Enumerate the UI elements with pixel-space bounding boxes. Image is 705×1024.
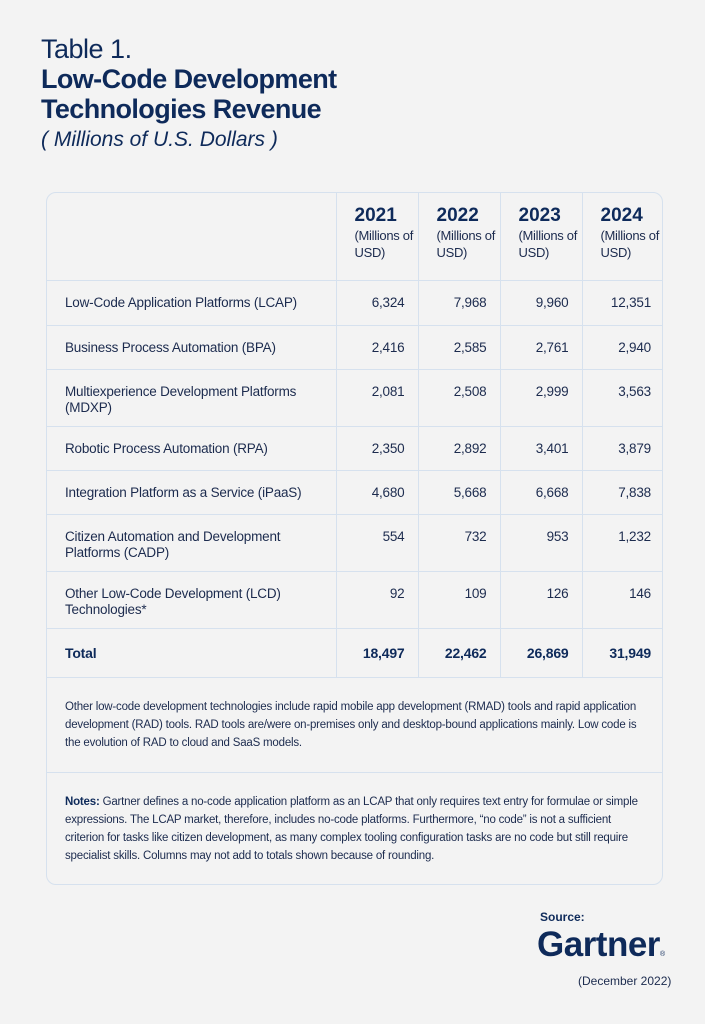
total-value: 26,869 xyxy=(499,627,583,678)
row-label: Citizen Automation and Development Platf… xyxy=(47,513,337,572)
column-year: 2021 xyxy=(354,205,397,226)
column-header-2022: 2022 (Millions of USD) xyxy=(417,193,501,281)
cell-value: 3,401 xyxy=(499,425,583,471)
row-label: Other Low-Code Development (LCD) Technol… xyxy=(47,570,337,629)
table-row: Citizen Automation and Development Platf… xyxy=(47,513,662,572)
notes-label: Notes: xyxy=(65,795,100,808)
cell-value: 7,838 xyxy=(581,469,662,515)
cell-value: 554 xyxy=(335,513,419,572)
table-row: Robotic Process Automation (RPA) 2,350 2… xyxy=(47,425,662,471)
table-row: Multiexperience Development Platforms (M… xyxy=(47,368,662,427)
total-row: Total 18,497 22,462 26,869 31,949 xyxy=(47,627,662,678)
source-block: Source: Gartner® (December 2022) xyxy=(537,910,671,988)
row-label: Multiexperience Development Platforms (M… xyxy=(47,368,337,427)
cell-value: 9,960 xyxy=(499,279,583,326)
column-header-2021: 2021 (Millions of USD) xyxy=(335,193,419,281)
cell-value: 146 xyxy=(581,570,662,629)
column-unit: (Millions of USD) xyxy=(518,228,578,260)
table-number: Table 1. xyxy=(41,34,132,64)
cell-value: 2,350 xyxy=(335,425,419,471)
page-title-line-1: Low-Code Development xyxy=(41,64,337,94)
cell-value: 2,081 xyxy=(335,368,419,427)
column-year: 2024 xyxy=(600,205,643,226)
registered-mark-icon: ® xyxy=(659,951,665,958)
notes-section: Notes: Gartner defines a no-code applica… xyxy=(47,773,662,865)
column-header-2023: 2023 (Millions of USD) xyxy=(499,193,583,281)
title-block: Table 1. Low-Code Development Technologi… xyxy=(41,34,337,154)
cell-value: 6,668 xyxy=(499,469,583,515)
total-value: 18,497 xyxy=(335,627,419,678)
cell-value: 3,563 xyxy=(581,368,662,427)
cell-value: 7,968 xyxy=(417,279,501,326)
table-header-row: 2021 (Millions of USD) 2022 (Millions of U… xyxy=(47,193,662,281)
cell-value: 2,585 xyxy=(417,324,501,370)
page-subtitle: ( Millions of U.S. Dollars ) xyxy=(41,128,278,151)
row-label: Business Process Automation (BPA) xyxy=(47,324,337,370)
column-unit: (Millions of USD) xyxy=(354,228,414,260)
notes-text: Gartner defines a no-code application pl… xyxy=(65,795,638,862)
cell-value: 5,668 xyxy=(417,469,501,515)
page-title-line-2: Technologies Revenue xyxy=(41,94,322,124)
table-row: Low-Code Application Platforms (LCAP) 6,… xyxy=(47,279,662,326)
cell-value: 3,879 xyxy=(581,425,662,471)
source-label: Source: xyxy=(540,910,585,924)
cell-value: 2,416 xyxy=(335,324,419,370)
header-blank-cell xyxy=(47,193,337,281)
cell-value: 1,232 xyxy=(581,513,662,572)
column-unit: (Millions of USD) xyxy=(600,228,660,260)
footnote: Other low-code development technologies … xyxy=(47,678,662,773)
cell-value: 4,680 xyxy=(335,469,419,515)
total-label: Total xyxy=(47,627,337,678)
column-year: 2023 xyxy=(518,205,561,226)
total-value: 31,949 xyxy=(581,627,662,678)
column-header-2024: 2024 (Millions of USD) xyxy=(581,193,662,281)
total-value: 22,462 xyxy=(417,627,501,678)
table-row: Integration Platform as a Service (iPaaS… xyxy=(47,469,662,515)
column-year: 2022 xyxy=(436,205,479,226)
cell-value: 12,351 xyxy=(581,279,662,326)
cell-value: 6,324 xyxy=(335,279,419,326)
source-date: (December 2022) xyxy=(578,974,672,988)
cell-value: 2,999 xyxy=(499,368,583,427)
cell-value: 92 xyxy=(335,570,419,629)
revenue-table-card: 2021 (Millions of USD) 2022 (Millions of U… xyxy=(46,192,663,885)
row-label: Low-Code Application Platforms (LCAP) xyxy=(47,279,337,326)
column-unit: (Millions of USD) xyxy=(436,228,496,260)
cell-value: 109 xyxy=(417,570,501,629)
cell-value: 2,508 xyxy=(417,368,501,427)
cell-value: 2,940 xyxy=(581,324,662,370)
revenue-table: 2021 (Millions of USD) 2022 (Millions of U… xyxy=(47,193,662,678)
table-row: Business Process Automation (BPA) 2,416 … xyxy=(47,324,662,370)
gartner-logo: Gartner® xyxy=(537,926,671,974)
cell-value: 126 xyxy=(499,570,583,629)
row-label: Robotic Process Automation (RPA) xyxy=(47,425,337,471)
cell-value: 953 xyxy=(499,513,583,572)
row-label: Integration Platform as a Service (iPaaS… xyxy=(47,469,337,515)
table-row: Other Low-Code Development (LCD) Technol… xyxy=(47,570,662,629)
cell-value: 732 xyxy=(417,513,501,572)
cell-value: 2,761 xyxy=(499,324,583,370)
cell-value: 2,892 xyxy=(417,425,501,471)
brand-name: Gartner xyxy=(537,925,660,964)
